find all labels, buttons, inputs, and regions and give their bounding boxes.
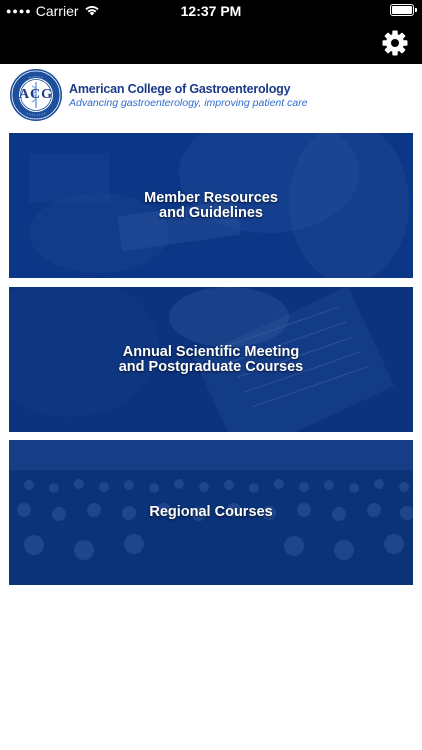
org-title-block: American College of Gastroenterology Adv… xyxy=(69,82,308,109)
status-time: 12:37 PM xyxy=(180,3,242,19)
tile-label: Regional Courses xyxy=(149,504,273,520)
seal-text: ACG xyxy=(18,87,54,102)
acg-seal-icon: ACG xyxy=(9,68,63,122)
org-name: American College of Gastroenterology xyxy=(69,82,291,96)
org-tagline: Advancing gastroenterology, improving pa… xyxy=(69,97,308,109)
gear-icon xyxy=(382,30,408,56)
tile-regional-courses[interactable]: Regional Courses xyxy=(9,440,413,585)
tile-label: Member Resources and Guidelines xyxy=(144,189,278,221)
status-bar: ●●●● Carrier 12:37 PM xyxy=(0,0,422,22)
tile-member-resources[interactable]: Member Resources and Guidelines xyxy=(9,133,413,278)
tile-label: Annual Scientific Meeting and Postgradua… xyxy=(118,343,304,375)
org-header: ACG American College of Gastroenterology… xyxy=(0,64,422,124)
battery-icon xyxy=(390,4,417,16)
settings-button[interactable] xyxy=(380,28,410,58)
tile-annual-meeting[interactable]: Annual Scientific Meeting and Postgradua… xyxy=(9,287,413,432)
nav-bar xyxy=(0,22,422,64)
